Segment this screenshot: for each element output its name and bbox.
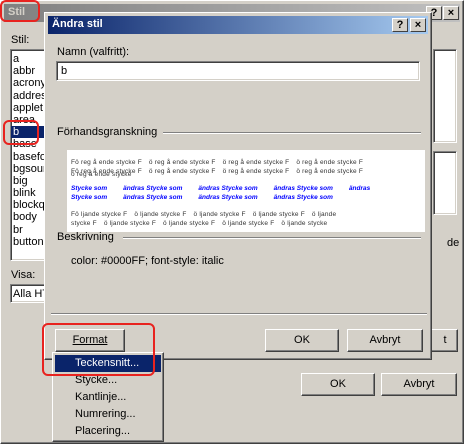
stil-right-panel-mid	[433, 151, 457, 215]
stil-right-panel-top	[433, 49, 457, 143]
format-menu-item[interactable]: Numrering...	[55, 406, 161, 423]
preview-segment: ö ljande stycke F	[222, 220, 275, 227]
preview-line-after-2: stycke F ö ljande stycke F ö ljande stycke…	[71, 216, 421, 228]
dialog-ok-label: OK	[294, 334, 310, 346]
preview-segment: ö reg å ende stycke F	[148, 168, 216, 175]
stil-ok-button[interactable]: OK	[301, 373, 375, 396]
format-menu-item[interactable]: Placering...	[55, 423, 161, 440]
preview-label: Förhandsgranskning	[57, 126, 158, 138]
preview-segment: ö ljande stycke F	[103, 220, 156, 227]
preview-segment: stycke F	[71, 220, 97, 227]
stil-ok-label: OK	[330, 378, 346, 390]
preview-line-before-2: Fö reg å ende stycke F ö reg å ende styck…	[71, 164, 421, 176]
format-menu-item[interactable]: Kantlinje...	[55, 389, 161, 406]
dialog-cancel-label: Avbryt	[369, 334, 401, 346]
stil-list-label: Stil:	[11, 34, 30, 46]
description-value: color: #0000FF; font-style: italic	[71, 255, 224, 267]
preview-segment: Stycke som	[71, 194, 108, 201]
stil-partial-label: de	[447, 237, 460, 249]
preview-segment: ändras Stycke som	[273, 194, 333, 201]
name-input[interactable]: b	[56, 61, 420, 81]
preview-box: Fö reg å ende stycke F ö reg å ende styck…	[67, 150, 425, 232]
description-label: Beskrivning	[57, 231, 114, 243]
description-divider	[123, 237, 421, 239]
name-label: Namn (valfritt):	[57, 46, 130, 58]
annotation-format	[42, 323, 155, 376]
dialog-help-button[interactable]: ?	[392, 18, 408, 32]
dialog-cancel-button[interactable]: Avbryt	[347, 329, 423, 352]
visa-label: Visa:	[11, 269, 36, 281]
dialog-close-button[interactable]: ×	[410, 18, 426, 32]
andra-stil-titlebar: Ändra stil	[48, 16, 428, 34]
preview-segment: ö ljande stycke F	[163, 220, 216, 227]
preview-divider	[163, 132, 421, 134]
stil-close-button[interactable]: ×	[443, 6, 459, 20]
stil-cancel-button[interactable]: Avbryt	[381, 373, 457, 396]
andra-stil-title: Ändra stil	[52, 18, 103, 30]
preview-segment: ö reg å ende stycke F	[296, 168, 364, 175]
preview-segment: ö reg å ende stycke F	[222, 168, 290, 175]
preview-segment: ö ljande stycke	[281, 220, 328, 227]
preview-line-sample-2: Stycke som ändras Stycke som ändras Stycke…	[71, 190, 421, 202]
dialog-ok-button[interactable]: OK	[265, 329, 339, 352]
preview-segment: ändras Stycke som	[198, 194, 258, 201]
preview-segment: Fö reg å ende stycke F	[71, 168, 142, 175]
annotation-b-item	[3, 120, 39, 145]
annotation-stil-title	[0, 0, 40, 22]
dialog-bottom-divider	[51, 313, 427, 315]
andra-stil-dialog: Ändra stil ? × Namn (valfritt): b Förhan…	[44, 12, 432, 360]
stil-partial-button-label: t	[443, 334, 447, 346]
stil-cancel-label: Avbryt	[403, 378, 435, 390]
preview-segment: ändras Stycke som	[123, 194, 183, 201]
name-input-value: b	[61, 65, 68, 77]
